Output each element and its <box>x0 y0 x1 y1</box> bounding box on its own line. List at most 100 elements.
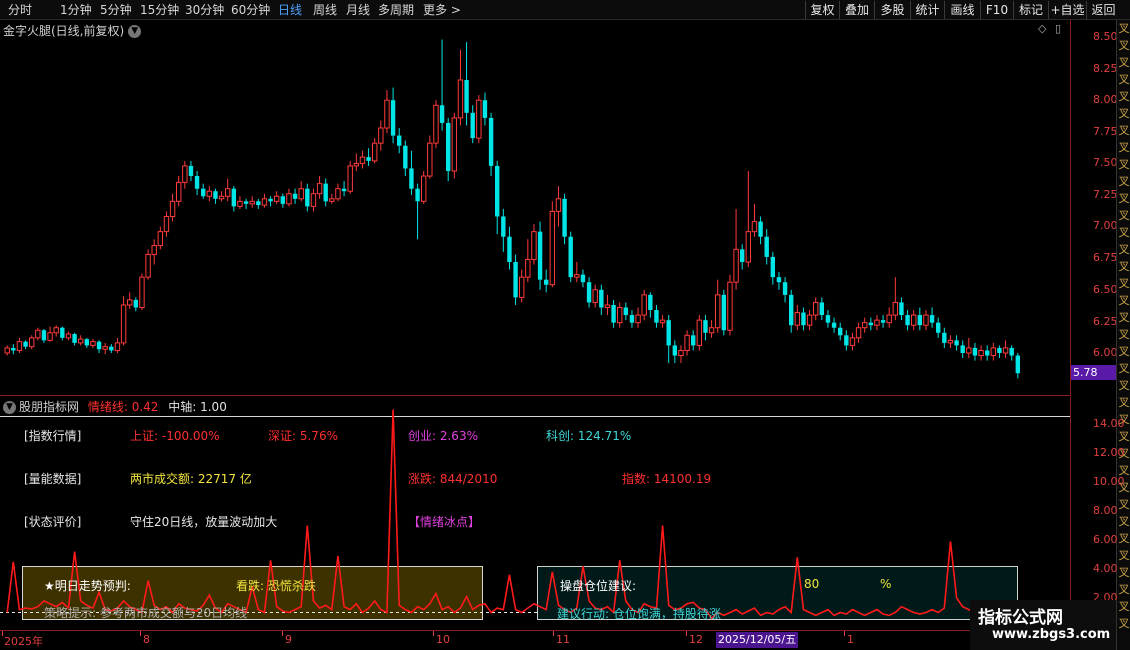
candle-body <box>507 236 512 262</box>
candle <box>378 120 384 151</box>
candle-body <box>770 256 776 278</box>
candle-body <box>347 165 353 192</box>
candle <box>109 344 114 353</box>
candle-body <box>29 337 35 348</box>
candle-body <box>114 342 121 351</box>
candle <box>1009 345 1014 361</box>
candle <box>592 284 598 308</box>
side-info-strip[interactable]: 叉叉叉叉叉叉叉叉叉叉叉叉叉叉叉叉叉叉叉叉叉叉叉叉叉叉叉叉叉叉叉叉叉叉叉叉 <box>1116 20 1130 650</box>
candle <box>862 317 868 333</box>
candle <box>84 337 90 348</box>
candle <box>286 188 292 207</box>
candle <box>985 345 990 361</box>
candle <box>745 170 752 268</box>
candle <box>855 322 862 343</box>
candle <box>145 249 151 280</box>
candle-body <box>163 215 170 233</box>
indicator-tick: 12.00 <box>1093 446 1125 459</box>
candle-body <box>243 201 249 204</box>
candle <box>372 138 378 164</box>
candle-body <box>439 105 445 123</box>
candle-body <box>286 193 292 205</box>
side-strip-char: 叉 <box>1118 260 1130 273</box>
candle-body <box>703 320 708 333</box>
candle <box>169 193 176 222</box>
candle <box>41 328 47 343</box>
candle-body <box>60 327 65 338</box>
candle <box>47 326 53 342</box>
candle-body <box>433 104 439 144</box>
candle <box>29 335 35 350</box>
side-strip-char: 叉 <box>1118 396 1130 409</box>
candle <box>182 160 188 189</box>
candle-body <box>120 304 127 344</box>
back-button[interactable]: 返回 <box>1086 1 1120 19</box>
candle <box>623 302 629 321</box>
candle <box>782 277 788 303</box>
index-value: 指数: 14100.19 <box>622 472 712 486</box>
candle-body <box>65 333 72 339</box>
candle <box>819 297 825 321</box>
date-label: 8 <box>143 633 150 646</box>
candle <box>886 307 892 328</box>
candle <box>446 117 451 182</box>
advance-decline: 涨跌: 844/2010 <box>408 472 498 486</box>
candle <box>936 317 941 338</box>
candle <box>268 196 273 207</box>
watermark-logo: 指标公式网 www.zbgs3.com <box>970 600 1116 650</box>
candle-body <box>329 198 335 202</box>
candle <box>292 188 298 204</box>
candle-body <box>145 253 151 278</box>
candle-body <box>249 200 255 205</box>
candle-body <box>176 181 182 202</box>
candle-body <box>501 216 506 237</box>
position-action: 建议行动: 仓位饱满，持股待涨 <box>557 607 721 621</box>
candle-body <box>1015 355 1021 374</box>
candle <box>844 330 849 351</box>
candle <box>942 327 947 348</box>
side-strip-char: 叉 <box>1118 566 1130 579</box>
candle-body <box>691 335 696 346</box>
candle <box>488 112 494 177</box>
candle-body <box>96 341 102 350</box>
candle <box>225 178 231 202</box>
position-title: 操盘仓位建议: <box>560 579 637 593</box>
candle-body <box>464 79 469 113</box>
candle <box>470 105 475 144</box>
candle-body <box>446 122 451 171</box>
date-cursor-label: 2025/12/05/五 <box>716 632 799 648</box>
candle-body <box>525 258 531 278</box>
candle <box>60 326 65 341</box>
position-value: 80 <box>804 577 820 591</box>
candle <box>880 315 886 328</box>
candle-body <box>268 198 273 202</box>
candle <box>672 340 678 364</box>
candle-body <box>776 277 782 283</box>
candle-body <box>751 221 758 233</box>
side-strip-char: 叉 <box>1118 515 1130 528</box>
candle-body <box>911 314 917 326</box>
side-strip-char: 叉 <box>1118 90 1130 103</box>
candle <box>4 345 10 356</box>
market-turnover: 两市成交额: 22717 亿 <box>130 472 252 486</box>
candle-body <box>678 349 684 357</box>
date-label: 10 <box>436 633 450 646</box>
candle <box>635 307 641 328</box>
indicator-tick: 4.00 <box>1093 562 1118 575</box>
candle-body <box>592 289 598 303</box>
candle-body <box>892 301 899 316</box>
candle <box>789 289 794 333</box>
candle <box>237 196 243 209</box>
candle-body <box>397 135 402 146</box>
candle <box>586 277 592 308</box>
candle-body <box>451 117 458 172</box>
candle-body <box>874 319 880 326</box>
candle <box>310 188 317 212</box>
candle <box>157 226 164 250</box>
candle-body <box>580 274 586 283</box>
candle <box>696 315 703 351</box>
candle <box>114 337 121 353</box>
candle <box>261 193 268 208</box>
side-strip-char: 叉 <box>1118 345 1130 358</box>
candle-body <box>384 99 390 129</box>
